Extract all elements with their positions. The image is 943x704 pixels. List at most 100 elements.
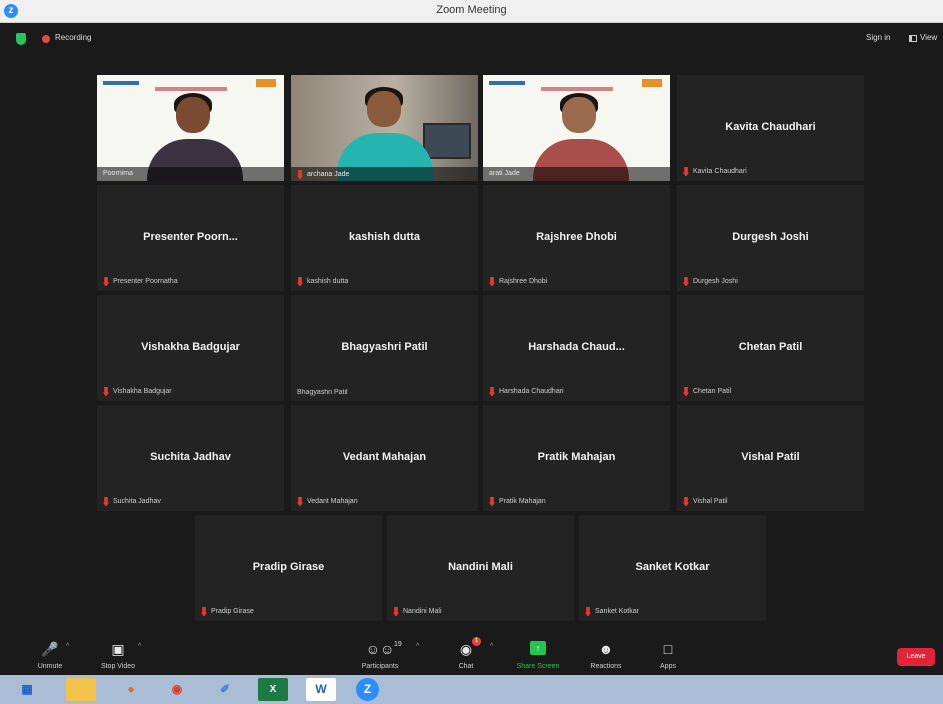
chevron-up-icon[interactable]: ^: [490, 643, 493, 650]
recording-dot-icon: [42, 35, 50, 43]
participant-display-name: Rajshree Dhobi: [536, 231, 617, 243]
participant-label: Vishal Patil: [693, 498, 728, 505]
leave-button[interactable]: Leave: [897, 648, 935, 666]
firefox-icon[interactable]: ●: [116, 678, 146, 701]
window-titlebar: z Zoom Meeting: [0, 0, 943, 23]
participant-tile[interactable]: Sanket Kotkar Sanket Kotkar: [579, 515, 766, 621]
excel-icon[interactable]: X: [258, 678, 288, 701]
participant-label: Kavita Chaudhari: [693, 168, 747, 175]
participant-display-name: Pradip Girase: [252, 561, 325, 573]
apps-button[interactable]: □ Apps: [638, 635, 698, 675]
participant-footer: Vishal Patil: [683, 497, 728, 506]
share-screen-button[interactable]: ↑ Share Screen: [508, 635, 568, 675]
video-tile-name: Poornima: [103, 170, 133, 177]
participant-footer: Chetan Patil: [683, 387, 731, 396]
participant-footer: Nandini Mali: [393, 607, 442, 616]
muted-mic-icon: [683, 387, 689, 396]
participant-footer: Kavita Chaudhari: [683, 167, 747, 176]
video-tile-1[interactable]: archana Jade: [291, 75, 478, 181]
participant-tile[interactable]: Kavita Chaudhari Kavita Chaudhari: [677, 75, 864, 181]
participant-tile[interactable]: Vedant Mahajan Vedant Mahajan: [291, 405, 478, 511]
participant-tile[interactable]: kashish dutta kashish dutta: [291, 185, 478, 291]
video-tile-name: archana Jade: [307, 171, 350, 178]
windows-start-icon[interactable]: ▦: [12, 678, 42, 701]
chevron-up-icon[interactable]: ^: [66, 643, 69, 650]
reactions-icon: ☻: [598, 641, 614, 657]
participant-tile[interactable]: Rajshree Dhobi Rajshree Dhobi: [483, 185, 670, 291]
window-title: Zoom Meeting: [436, 4, 507, 16]
meeting-controls: 🎤 ^ Unmute ▣ ^ Stop Video ☺☺ 19 ^ Partic…: [0, 635, 943, 675]
participant-tile[interactable]: Vishal Patil Vishal Patil: [677, 405, 864, 511]
sign-in-link[interactable]: Sign in: [866, 33, 890, 42]
muted-mic-icon: [683, 167, 689, 176]
gallery-view: Poornima archana Jade arati Jade Kavita …: [0, 55, 943, 635]
participant-footer: Bhagyashri Patil: [297, 389, 348, 396]
muted-mic-icon: [103, 277, 109, 286]
participant-footer: kashish dutta: [297, 277, 348, 286]
participant-tile[interactable]: Vishakha Badgujar Vishakha Badgujar: [97, 295, 284, 401]
participant-tile[interactable]: Pradip Girase Pradip Girase: [195, 515, 382, 621]
banner-logo: [103, 81, 139, 85]
participant-footer: Pradip Girase: [201, 607, 254, 616]
view-button[interactable]: View: [920, 33, 937, 42]
file-explorer-icon[interactable]: [66, 678, 96, 701]
participant-display-name: Bhagyashri Patil: [341, 341, 428, 353]
participant-tile[interactable]: Presenter Poorn... Presenter Poornatha: [97, 185, 284, 291]
paint-icon[interactable]: ✐: [210, 678, 240, 701]
stop-video-button[interactable]: ▣ ^ Stop Video: [88, 635, 148, 675]
participant-tile[interactable]: Nandini Mali Nandini Mali: [387, 515, 574, 621]
chat-unread-badge: 1: [472, 637, 481, 646]
participant-tile[interactable]: Suchita Jadhav Suchita Jadhav: [97, 405, 284, 511]
chat-button[interactable]: ◉ 1 ^ Chat: [436, 635, 496, 675]
participant-footer: Sanket Kotkar: [585, 607, 639, 616]
meeting-topbar: Recording Sign in View: [0, 23, 943, 55]
participant-display-name: Vishakha Badgujar: [141, 341, 240, 353]
participants-button[interactable]: ☺☺ 19 ^ Participants: [350, 635, 420, 675]
banner-text: [155, 87, 227, 91]
word-icon[interactable]: W: [306, 678, 336, 701]
muted-mic-icon: [489, 497, 495, 506]
muted-mic-icon: [683, 277, 689, 286]
chevron-up-icon[interactable]: ^: [138, 643, 141, 650]
participant-label: Durgesh Joshi: [693, 278, 738, 285]
unmute-button[interactable]: 🎤 ^ Unmute: [20, 635, 80, 675]
participant-label: Bhagyashri Patil: [297, 389, 348, 396]
zoom-taskbar-icon[interactable]: Z: [356, 678, 379, 701]
recording-label[interactable]: Recording: [55, 33, 91, 42]
reactions-button[interactable]: ☻ Reactions: [576, 635, 636, 675]
participant-face: [176, 97, 210, 133]
participant-tile[interactable]: Chetan Patil Chetan Patil: [677, 295, 864, 401]
participant-label: Presenter Poornatha: [113, 278, 178, 285]
participant-display-name: Sanket Kotkar: [635, 561, 710, 573]
participant-label: Harshada Chaudhari: [499, 388, 564, 395]
windows-taskbar: ▦ ● ◉ ✐ X W Z: [0, 675, 943, 704]
apps-icon: □: [663, 641, 673, 657]
chevron-up-icon[interactable]: ^: [416, 643, 419, 650]
muted-mic-icon: [489, 387, 495, 396]
video-tile-2[interactable]: arati Jade: [483, 75, 670, 181]
banner-logo: [642, 79, 662, 87]
participant-footer: Durgesh Joshi: [683, 277, 738, 286]
video-tile-0[interactable]: Poornima: [97, 75, 284, 181]
participant-tile[interactable]: Bhagyashri Patil Bhagyashri Patil: [291, 295, 478, 401]
banner-logo: [256, 79, 276, 87]
participant-label: Nandini Mali: [403, 608, 442, 615]
security-shield-icon[interactable]: [16, 33, 26, 45]
participant-tile[interactable]: Harshada Chaud... Harshada Chaudhari: [483, 295, 670, 401]
muted-mic-icon: [489, 277, 495, 286]
participant-tile[interactable]: Pratik Mahajan Pratik Mahajan: [483, 405, 670, 511]
participant-display-name: Suchita Jadhav: [150, 451, 231, 463]
participant-tile[interactable]: Durgesh Joshi Durgesh Joshi: [677, 185, 864, 291]
participant-display-name: Nandini Mali: [448, 561, 513, 573]
background-monitor: [423, 123, 471, 159]
muted-mic-icon: [201, 607, 207, 616]
chrome-icon[interactable]: ◉: [162, 678, 192, 701]
view-grid-icon[interactable]: [909, 35, 917, 42]
muted-mic-icon: [297, 277, 303, 286]
muted-mic-icon: [297, 170, 303, 179]
participant-label: Sanket Kotkar: [595, 608, 639, 615]
muted-mic-icon: [585, 607, 591, 616]
participant-footer: Suchita Jadhav: [103, 497, 161, 506]
muted-mic-icon: [297, 497, 303, 506]
muted-mic-icon: [683, 497, 689, 506]
